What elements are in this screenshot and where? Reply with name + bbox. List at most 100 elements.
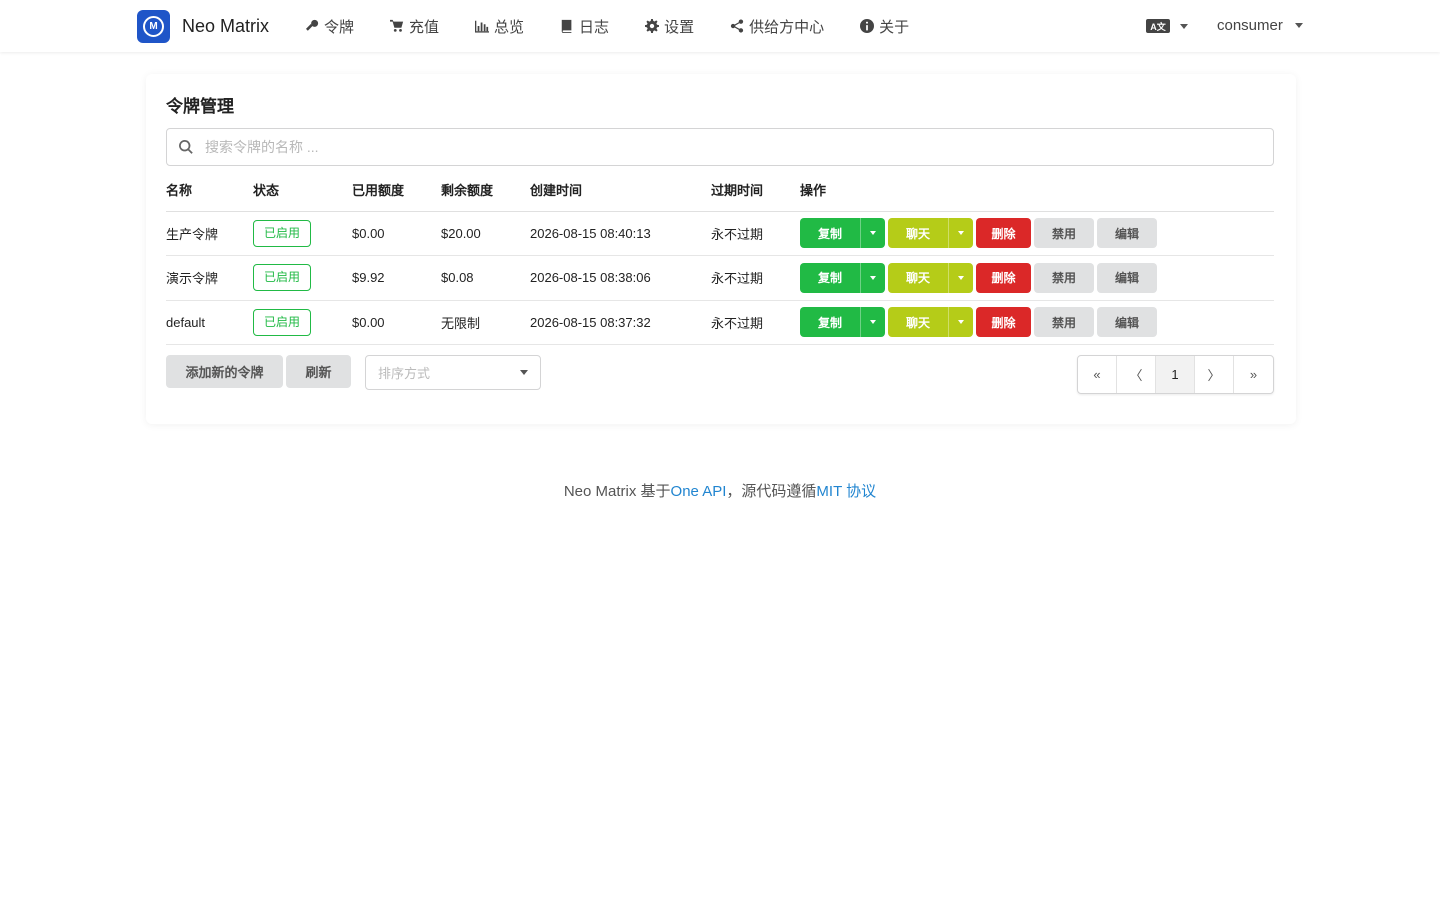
caret-down-icon (958, 275, 964, 280)
copy-split-button: 复制 (800, 262, 885, 293)
caret-down-icon (958, 320, 964, 325)
token-name: default (166, 300, 253, 345)
bar-chart-icon (475, 20, 490, 33)
nav-item-tokens[interactable]: 令牌 (305, 16, 354, 37)
sort-dropdown[interactable]: 排序方式 (365, 355, 541, 390)
logo[interactable]: M (137, 10, 170, 43)
edit-button[interactable]: 编辑 (1097, 262, 1157, 293)
cart-icon (390, 19, 404, 32)
user-dropdown[interactable]: consumer (1217, 17, 1303, 34)
chevron-down-icon (1294, 23, 1303, 28)
nav-item-logs[interactable]: 日志 (560, 16, 609, 37)
created-time: 2026-08-15 08:40:13 (530, 211, 711, 256)
caret-down-icon (870, 275, 876, 280)
column-header-used[interactable]: 已用额度 (352, 168, 441, 212)
copy-dropdown-toggle[interactable] (860, 307, 885, 338)
footer-prefix: Neo Matrix 基于 (563, 483, 671, 500)
chat-split-button: 聊天 (888, 218, 973, 249)
nav-label: 供给方中心 (749, 18, 825, 36)
expire-time: 永不过期 (711, 255, 800, 301)
disable-button[interactable]: 禁用 (1034, 307, 1094, 338)
first-page-button[interactable]: « (1078, 356, 1117, 393)
table-row: 生产令牌 已启用 $0.00 $20.00 2026-08-15 08:40:1… (166, 211, 1274, 256)
chevron-down-icon (520, 370, 528, 375)
pagination: « 〈 1 〉 » (1077, 355, 1274, 394)
username: consumer (1217, 17, 1283, 34)
delete-button[interactable]: 删除 (976, 218, 1031, 249)
gear-icon (645, 19, 660, 33)
chat-dropdown-toggle[interactable] (948, 307, 973, 338)
column-header-expires[interactable]: 过期时间 (711, 168, 800, 212)
disable-button[interactable]: 禁用 (1034, 262, 1094, 293)
chat-button[interactable]: 聊天 (888, 263, 948, 293)
status-badge: 已启用 (253, 264, 312, 292)
share-icon (730, 19, 744, 33)
nav-item-settings[interactable]: 设置 (645, 16, 694, 37)
nav-item-topup[interactable]: 充值 (390, 16, 439, 37)
current-page-button[interactable]: 1 (1156, 356, 1195, 393)
key-icon (305, 19, 319, 31)
footer-middle: ，源代码遵循 (726, 483, 817, 500)
mit-license-link[interactable]: MIT 协议 (816, 483, 876, 500)
translate-icon: A文 (1146, 19, 1170, 33)
prev-page-button[interactable]: 〈 (1117, 356, 1156, 393)
chat-button[interactable]: 聊天 (888, 218, 948, 248)
brand-name[interactable]: Neo Matrix (182, 16, 269, 37)
caret-down-icon (870, 320, 876, 325)
chat-split-button: 聊天 (888, 262, 973, 293)
column-header-actions: 操作 (800, 168, 1274, 212)
column-header-remaining[interactable]: 剩余额度 (441, 168, 530, 212)
copy-dropdown-toggle[interactable] (860, 262, 885, 293)
column-header-created[interactable]: 创建时间 (530, 168, 711, 212)
chat-dropdown-toggle[interactable] (948, 262, 973, 293)
copy-split-button: 复制 (800, 218, 885, 249)
search-box[interactable] (166, 128, 1274, 166)
token-table: 名称 状态 已用额度 剩余额度 创建时间 过期时间 操作 生产令牌 已启用 $0… (166, 168, 1274, 345)
search-icon (179, 140, 193, 154)
one-api-link[interactable]: One API (671, 483, 727, 500)
used-quota: $9.92 (352, 255, 441, 301)
remaining-quota: 无限制 (441, 300, 530, 345)
chat-split-button: 聊天 (888, 307, 973, 338)
row-actions: 复制 聊天 删除 禁用 编辑 (800, 262, 1274, 293)
copy-dropdown-toggle[interactable] (860, 218, 885, 249)
status-badge: 已启用 (253, 308, 312, 336)
created-time: 2026-08-15 08:38:06 (530, 255, 711, 301)
last-page-button[interactable]: » (1234, 356, 1273, 393)
token-name: 演示令牌 (166, 255, 253, 301)
top-navbar: M Neo Matrix 令牌 充值 总览 日志 设置 供给方中心 关于 A文 … (0, 0, 1440, 52)
delete-button[interactable]: 删除 (976, 307, 1031, 338)
edit-button[interactable]: 编辑 (1097, 218, 1157, 249)
remaining-quota: $0.08 (441, 255, 530, 301)
chevron-down-icon (1180, 23, 1188, 29)
nav-item-supplier-center[interactable]: 供给方中心 (730, 16, 824, 37)
nav-item-about[interactable]: 关于 (860, 16, 909, 37)
copy-button[interactable]: 复制 (800, 218, 860, 248)
used-quota: $0.00 (352, 300, 441, 345)
add-token-button[interactable]: 添加新的令牌 (166, 355, 283, 388)
edit-button[interactable]: 编辑 (1097, 307, 1157, 338)
token-management-card: 令牌管理 名称 状态 已用额度 剩余额度 创建时间 过期时间 操作 生产令牌 已… (146, 74, 1296, 424)
language-dropdown[interactable]: A文 (1146, 19, 1188, 33)
nav-label: 令牌 (324, 18, 355, 36)
book-icon (561, 19, 572, 33)
expire-time: 永不过期 (711, 300, 800, 345)
chat-dropdown-toggle[interactable] (948, 218, 973, 249)
search-input[interactable] (205, 139, 1205, 155)
table-row: default 已启用 $0.00 无限制 2026-08-15 08:37:3… (166, 300, 1274, 345)
disable-button[interactable]: 禁用 (1034, 218, 1094, 249)
copy-button[interactable]: 复制 (800, 307, 860, 337)
column-header-status[interactable]: 状态 (253, 168, 352, 212)
column-header-name[interactable]: 名称 (166, 168, 253, 212)
caret-down-icon (870, 231, 876, 236)
copy-button[interactable]: 复制 (800, 263, 860, 293)
expire-time: 永不过期 (711, 211, 800, 256)
nav-label: 设置 (664, 18, 695, 36)
token-name: 生产令牌 (166, 211, 253, 256)
refresh-button[interactable]: 刷新 (286, 355, 351, 388)
chat-button[interactable]: 聊天 (888, 307, 948, 337)
copy-split-button: 复制 (800, 307, 885, 338)
nav-item-overview[interactable]: 总览 (475, 16, 524, 37)
next-page-button[interactable]: 〉 (1195, 356, 1234, 393)
delete-button[interactable]: 删除 (976, 262, 1031, 293)
